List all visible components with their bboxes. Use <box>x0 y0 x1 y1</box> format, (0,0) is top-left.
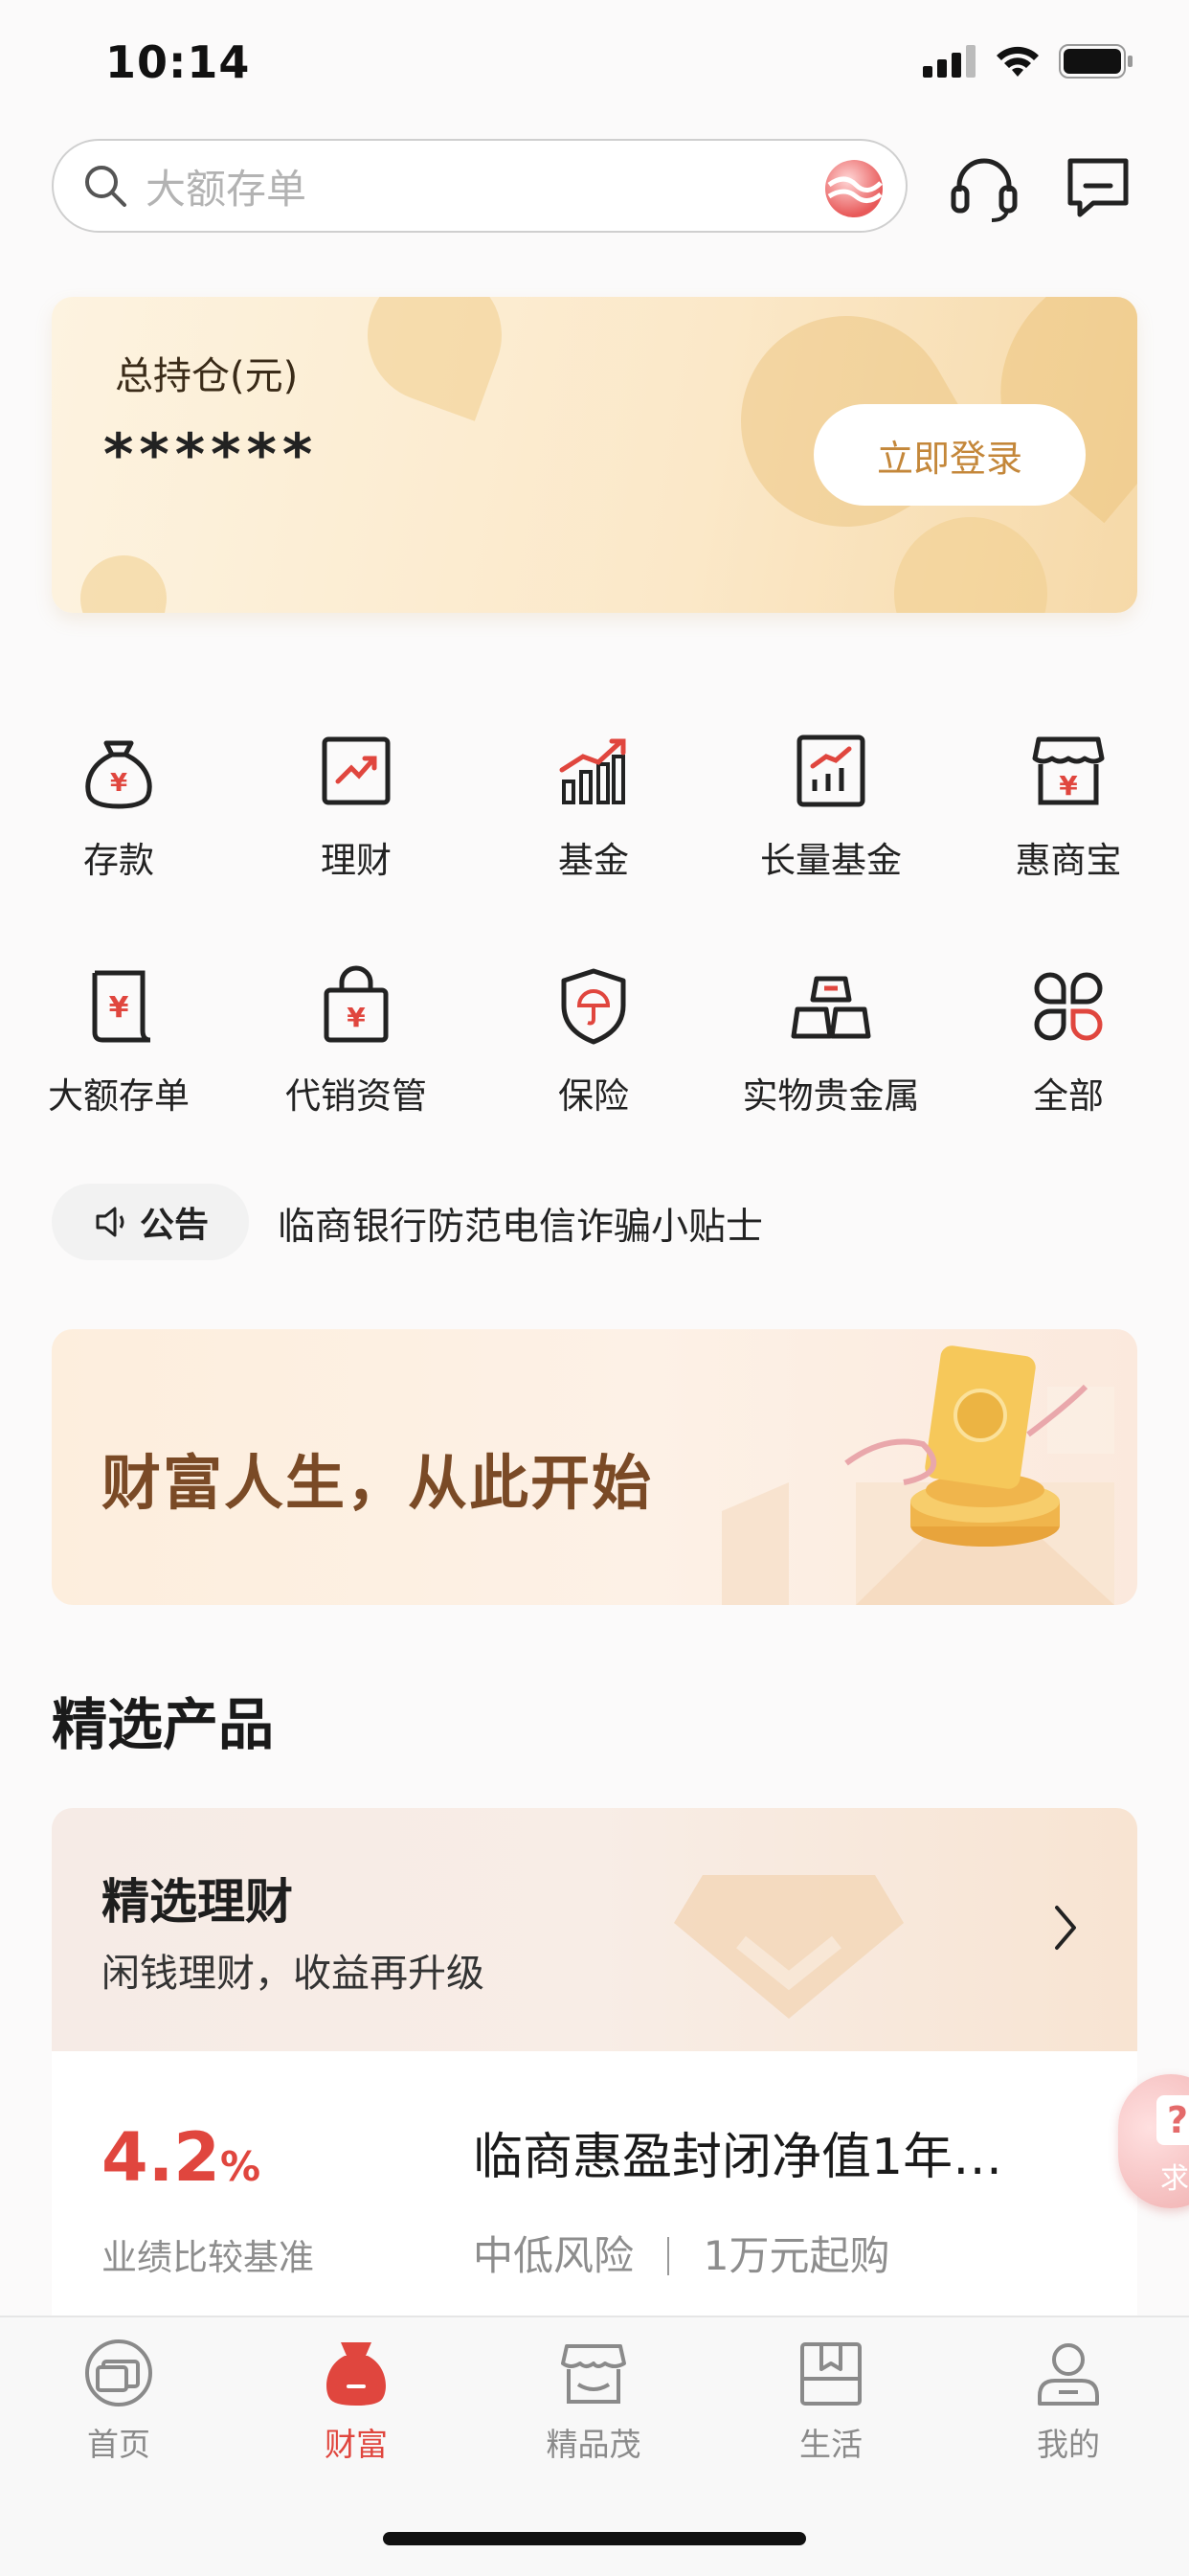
battery-icon <box>1059 44 1133 79</box>
login-button[interactable]: 立即登录 <box>814 404 1086 506</box>
tab-label: 首页 <box>87 2426 150 2463</box>
search-icon <box>85 166 126 207</box>
promo-banner[interactable]: 财富人生，从此开始 <box>52 1329 1137 1605</box>
gift-box-icon <box>800 2342 862 2406</box>
grid-label: 代销资管 <box>285 1075 427 1117</box>
home-icon <box>85 2339 152 2407</box>
grid-label: 全部 <box>1033 1075 1104 1117</box>
tab-label: 生活 <box>799 2426 863 2463</box>
tab-wealth[interactable]: 财富 <box>237 2337 475 2465</box>
message-icon[interactable] <box>1065 153 1132 220</box>
store-icon <box>561 2344 626 2404</box>
tab-home[interactable]: 首页 <box>0 2337 237 2465</box>
product-card-subtitle: 闲钱理财，收益再升级 <box>101 1952 484 1996</box>
product-rate: 4.2% <box>101 2118 260 2197</box>
banner-text: 财富人生，从此开始 <box>101 1448 654 1518</box>
svg-text:¥: ¥ <box>1059 770 1078 802</box>
floating-help-button[interactable]: ? 求 <box>1118 2074 1189 2208</box>
grid-item-long-fund[interactable]: 长量基金 <box>712 728 950 883</box>
trend-chart-icon <box>322 736 391 805</box>
grid-item-insurance[interactable]: 保险 <box>475 963 712 1119</box>
notice-tag: 公告 <box>52 1184 249 1260</box>
grid-item-large-deposit[interactable]: ¥ 大额存单 <box>0 963 237 1119</box>
customer-service-icon[interactable] <box>948 153 1021 226</box>
scroll-icon: ¥ <box>92 970 151 1043</box>
grid-label: 存款 <box>83 840 154 881</box>
help-glyph: ? <box>1156 2095 1189 2145</box>
rate-unit: % <box>220 2143 261 2190</box>
holdings-value: ****** <box>103 421 319 488</box>
wifi-icon <box>997 46 1039 77</box>
product-card-title: 精选理财 <box>101 1874 293 1930</box>
product-name: 临商惠盈封闭净值1年… <box>473 2129 1003 2186</box>
product-risk: 中低风险 <box>473 2232 635 2279</box>
diamond-decoration-icon <box>674 1875 904 2019</box>
money-bag-icon: ¥ <box>85 740 152 809</box>
all-apps-icon <box>1034 972 1103 1041</box>
grid-label: 实物贵金属 <box>742 1075 920 1117</box>
grid-label: 基金 <box>558 840 629 881</box>
grid-item-huishangbao[interactable]: ¥ 惠商宝 <box>950 728 1187 883</box>
product-item[interactable]: 4.2% 业绩比较基准 临商惠盈封闭净值1年… 中低风险 1万元起购 <box>52 2051 1137 2319</box>
product-card-header[interactable]: 精选理财 闲钱理财，收益再升级 <box>52 1808 1137 2051</box>
grid-label: 大额存单 <box>48 1075 190 1117</box>
chevron-right-icon[interactable] <box>1051 1904 1080 1952</box>
holdings-title: 总持仓(元) <box>115 354 299 398</box>
product-min-buy: 1万元起购 <box>703 2232 890 2279</box>
tab-mine[interactable]: 我的 <box>950 2337 1187 2465</box>
signal-icon <box>923 45 976 78</box>
grid-label: 惠商宝 <box>1015 840 1122 881</box>
user-icon <box>1038 2343 1099 2406</box>
shop-icon: ¥ <box>1032 736 1105 805</box>
svg-text:¥: ¥ <box>110 769 127 798</box>
bank-logo-icon[interactable] <box>825 160 883 217</box>
grid-item-precious-metal[interactable]: 实物贵金属 <box>712 963 950 1119</box>
grid-item-asset-mgmt[interactable]: ¥ 代销资管 <box>237 963 475 1119</box>
bar-chart-icon <box>559 738 626 804</box>
grid-item-wealth[interactable]: 理财 <box>237 728 475 883</box>
tab-life[interactable]: 生活 <box>712 2337 950 2465</box>
status-time: 10:14 <box>105 36 251 88</box>
growth-board-icon <box>796 734 865 807</box>
tab-label: 我的 <box>1037 2426 1100 2463</box>
grid-item-fund[interactable]: 基金 <box>475 728 712 883</box>
search-bar[interactable]: 大额存单 <box>52 139 908 233</box>
grid-item-all[interactable]: 全部 <box>950 963 1187 1119</box>
notice-text[interactable]: 临商银行防范电信诈骗小贴士 <box>278 1197 763 1251</box>
status-icons <box>923 44 1133 79</box>
rate-label: 业绩比较基准 <box>101 2237 314 2278</box>
coin-stack-illustration <box>722 1345 1114 1605</box>
wealth-bag-icon <box>326 2342 386 2406</box>
meta-divider <box>667 2237 670 2275</box>
home-indicator[interactable] <box>383 2532 806 2545</box>
rate-value: 4.2 <box>101 2118 221 2197</box>
section-title: 精选产品 <box>52 1692 275 1757</box>
tab-label: 财富 <box>325 2426 388 2463</box>
search-placeholder: 大额存单 <box>146 165 307 213</box>
grid-label: 理财 <box>321 840 392 881</box>
gold-bars-icon <box>791 976 871 1039</box>
svg-text:¥: ¥ <box>347 1002 366 1033</box>
grid-item-deposit[interactable]: ¥ 存款 <box>0 728 237 883</box>
svg-text:¥: ¥ <box>109 991 129 1025</box>
shield-umbrella-icon <box>561 968 626 1045</box>
tab-mall[interactable]: 精品茂 <box>475 2337 712 2465</box>
shopping-bag-icon: ¥ <box>324 965 389 1043</box>
notice-tag-label: 公告 <box>139 1206 209 1245</box>
holdings-card: 总持仓(元) ****** 立即登录 <box>52 297 1137 613</box>
product-meta: 中低风险 1万元起购 <box>473 2224 889 2282</box>
help-text: 求 <box>1160 2162 1189 2196</box>
grid-label: 保险 <box>558 1075 629 1117</box>
speaker-icon <box>96 1207 124 1237</box>
grid-label: 长量基金 <box>760 840 902 881</box>
tab-label: 精品茂 <box>546 2426 641 2463</box>
